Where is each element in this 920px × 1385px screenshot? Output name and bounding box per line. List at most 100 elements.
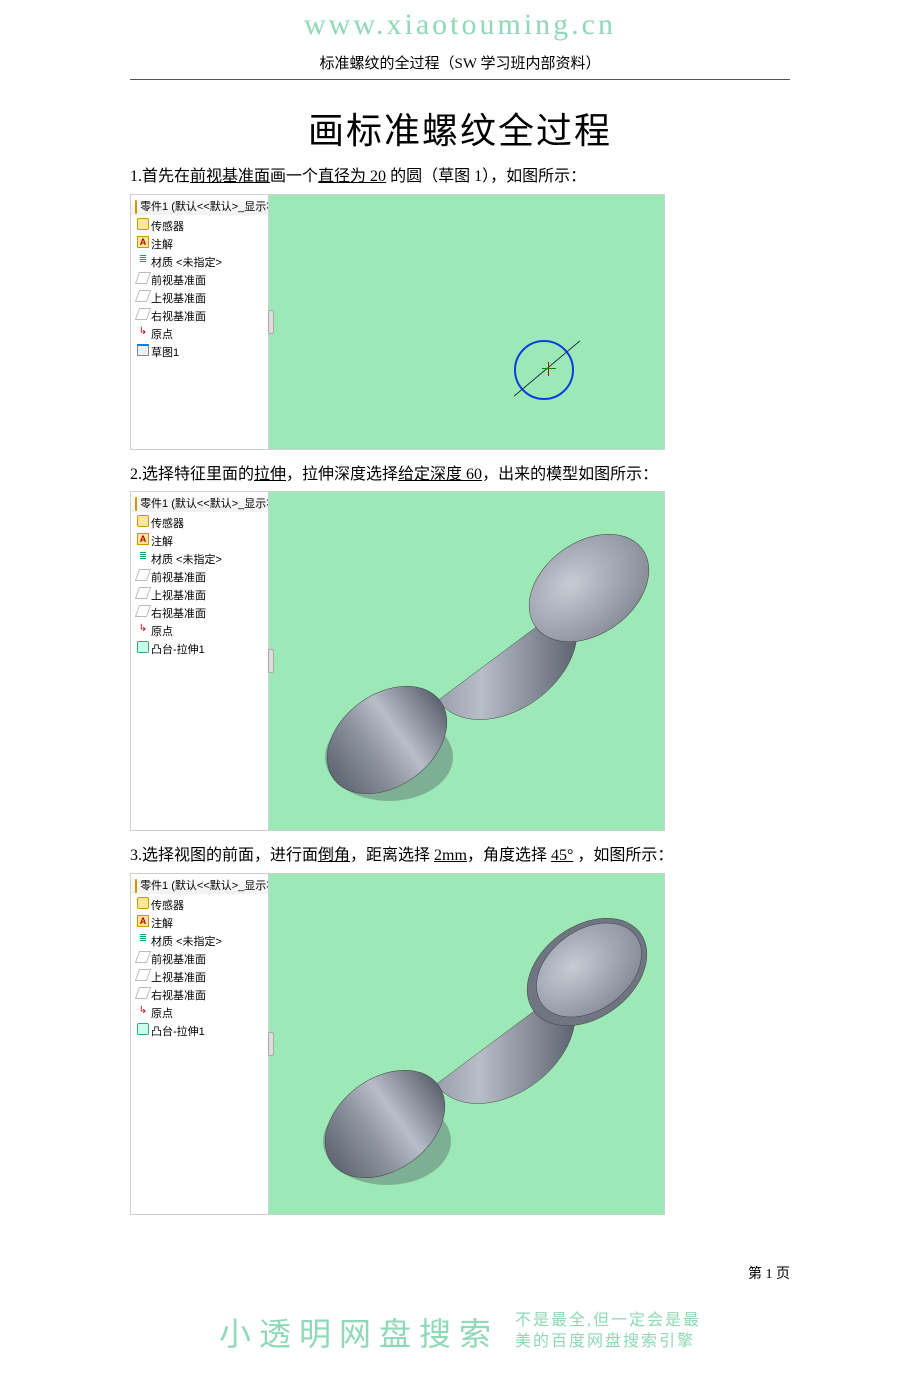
plane-icon (135, 605, 151, 617)
tree-item-origin: ↳原点 (137, 1004, 268, 1022)
text: 1.首先在 (130, 168, 190, 185)
viewport (269, 874, 664, 1214)
tree-item-annotation: A注解 (137, 532, 268, 550)
origin-marker (542, 362, 556, 376)
annotation-icon: A (137, 533, 149, 545)
sensor-icon (137, 515, 149, 527)
solidworks-screenshot-1: 零件1 (默认<<默认>_显示状态 传感器 A注解 ≣材质 <未指定> 前视基准… (130, 194, 665, 450)
doc-header: 标准螺纹的全过程（SW 学习班内部资料） (0, 44, 920, 79)
tree-item-front-plane: 前视基准面 (137, 568, 268, 586)
tree-item-top-plane: 上视基准面 (137, 968, 268, 986)
plane-icon (135, 272, 151, 284)
plane-icon (135, 569, 151, 581)
label: 注解 (151, 918, 173, 930)
label: 草图1 (151, 347, 179, 359)
figure-3: 零件1 (默认<<默认>_显示状态 传感器 A注解 ≣材质 <未指定> 前视基准… (130, 873, 790, 1215)
tree-root-label: 零件1 (默认<<默认>_显示状态 (140, 201, 268, 213)
footer-watermark: 小透明网盘搜索 不是最全,但一定会是最 美的百度网盘搜索引擎 (0, 1283, 920, 1355)
label: 注解 (151, 239, 173, 251)
plane-icon (135, 587, 151, 599)
tree-item-sensor: 传感器 (137, 514, 268, 532)
step-3-text: 3.选择视图的前面，进行面倒角，距离选择 2mm，角度选择 45° ，如图所示： (130, 843, 790, 869)
underline-45deg: 45° (551, 847, 573, 864)
tree-list: 传感器 A注解 ≣材质 <未指定> 前视基准面 上视基准面 右视基准面 ↳原点 … (131, 215, 268, 361)
label: 材质 <未指定> (151, 554, 222, 566)
sketch-circle (514, 340, 574, 400)
underline-diameter-20: 直径为 20 (318, 168, 386, 185)
cylinder-chamfer-model (269, 874, 664, 1214)
footer-tagline: 不是最全,但一定会是最 美的百度网盘搜索引擎 (515, 1311, 701, 1353)
tree-item-annotation: A注解 (137, 914, 268, 932)
origin-icon: ↳ (137, 326, 149, 338)
tree-root-label: 零件1 (默认<<默认>_显示状态 (140, 880, 268, 892)
tree-list: 传感器 A注解 ≣材质 <未指定> 前视基准面 上视基准面 右视基准面 ↳原点 … (131, 894, 268, 1040)
plane-icon (135, 969, 151, 981)
part-icon (135, 879, 137, 893)
label: 上视基准面 (151, 972, 206, 984)
footer-tag-line1: 不是最全,但一定会是最 (515, 1311, 701, 1332)
step-2-text: 2.选择特征里面的拉伸，拉伸深度选择给定深度 60，出来的模型如图所示： (130, 462, 790, 488)
tree-item-extrude: 凸台-拉伸1 (137, 1022, 268, 1040)
header-divider (130, 79, 790, 80)
label: 上视基准面 (151, 590, 206, 602)
underline-depth-60: 给定深度 60 (398, 466, 482, 483)
feature-tree-pane: 零件1 (默认<<默认>_显示状态 传感器 A注解 ≣材质 <未指定> 前视基准… (131, 195, 269, 449)
tree-root: 零件1 (默认<<默认>_显示状态 (131, 876, 268, 894)
label: 前视基准面 (151, 572, 206, 584)
text: 画一个 (270, 168, 318, 185)
tree-item-material: ≣材质 <未指定> (137, 550, 268, 568)
text: ，出来的模型如图所示： (482, 466, 658, 483)
tree-item-material: ≣材质 <未指定> (137, 253, 268, 271)
watermark-url: www.xiaotouming.cn (0, 0, 920, 44)
material-icon: ≣ (137, 551, 149, 563)
text: 2.选择特征里面的 (130, 466, 254, 483)
feature-tree-pane: 零件1 (默认<<默认>_显示状态 传感器 A注解 ≣材质 <未指定> 前视基准… (131, 874, 269, 1214)
label: 原点 (151, 626, 173, 638)
underline-chamfer: 倒角 (318, 847, 350, 864)
plane-icon (135, 951, 151, 963)
feature-icon (137, 641, 149, 653)
step-1-text: 1.首先在前视基准面画一个直径为 20 的圆（草图 1），如图所示： (130, 164, 790, 190)
tree-item-material: ≣材质 <未指定> (137, 932, 268, 950)
underline-2mm: 2mm (434, 847, 467, 864)
footer-brand: 小透明网盘搜索 (219, 1309, 499, 1355)
sensor-icon (137, 897, 149, 909)
figure-2: 零件1 (默认<<默认>_显示状态 传感器 A注解 ≣材质 <未指定> 前视基准… (130, 491, 790, 831)
label: 右视基准面 (151, 608, 206, 620)
tree-item-right-plane: 右视基准面 (137, 307, 268, 325)
label: 材质 <未指定> (151, 257, 222, 269)
label: 上视基准面 (151, 293, 206, 305)
label: 原点 (151, 329, 173, 341)
label: 材质 <未指定> (151, 936, 222, 948)
tree-item-top-plane: 上视基准面 (137, 586, 268, 604)
origin-icon: ↳ (137, 623, 149, 635)
figure-1: 零件1 (默认<<默认>_显示状态 传感器 A注解 ≣材质 <未指定> 前视基准… (130, 194, 790, 450)
text: ，拉伸深度选择 (286, 466, 398, 483)
tree-item-top-plane: 上视基准面 (137, 289, 268, 307)
underline-front-plane: 前视基准面 (190, 168, 270, 185)
cylinder-model (269, 492, 664, 830)
origin-icon: ↳ (137, 1005, 149, 1017)
label: 前视基准面 (151, 954, 206, 966)
plane-icon (135, 987, 151, 999)
label: 原点 (151, 1008, 173, 1020)
tree-item-front-plane: 前视基准面 (137, 271, 268, 289)
footer-tag-line2: 美的百度网盘搜索引擎 (515, 1332, 701, 1353)
part-icon (135, 200, 137, 214)
material-icon: ≣ (137, 933, 149, 945)
part-icon (135, 497, 137, 511)
solidworks-screenshot-2: 零件1 (默认<<默认>_显示状态 传感器 A注解 ≣材质 <未指定> 前视基准… (130, 491, 665, 831)
label: 凸台-拉伸1 (151, 644, 205, 656)
label: 凸台-拉伸1 (151, 1026, 205, 1038)
label: 注解 (151, 536, 173, 548)
tree-item-origin: ↳原点 (137, 622, 268, 640)
text: ，角度选择 (467, 847, 551, 864)
tree-item-sensor: 传感器 (137, 217, 268, 235)
pane-splitter[interactable] (268, 310, 274, 334)
text: ，距离选择 (350, 847, 434, 864)
tree-root: 零件1 (默认<<默认>_显示状态 (131, 494, 268, 512)
content-area: 1.首先在前视基准面画一个直径为 20 的圆（草图 1），如图所示： 零件1 (… (0, 164, 920, 1215)
tree-item-origin: ↳原点 (137, 325, 268, 343)
plane-icon (135, 308, 151, 320)
text: ，如图所示： (573, 847, 673, 864)
